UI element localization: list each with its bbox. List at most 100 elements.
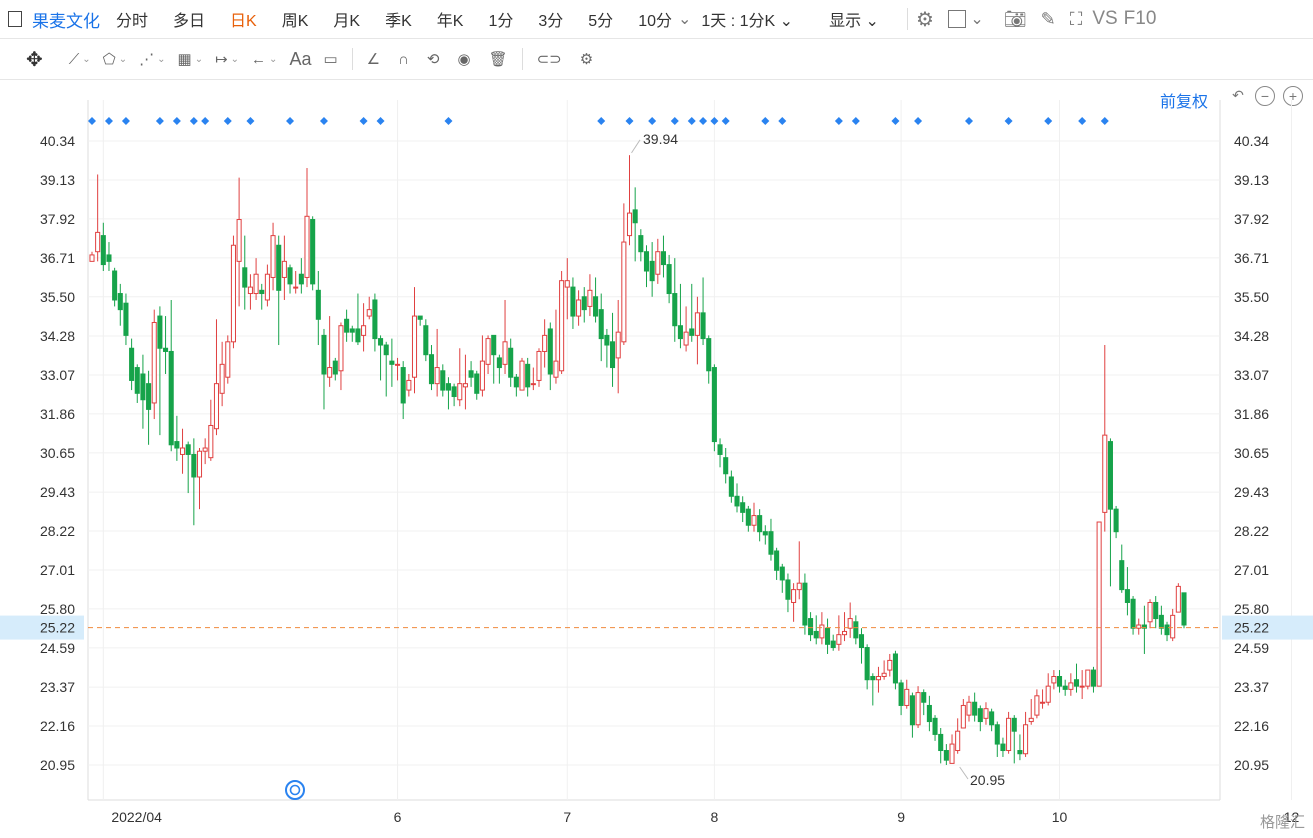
candle-body	[819, 624, 825, 639]
candle-body	[315, 289, 321, 320]
candle-body	[304, 215, 310, 278]
current-price-label-left: 25.22	[40, 620, 75, 636]
candle-body	[983, 708, 989, 719]
candle-body	[875, 676, 882, 681]
candle-body	[1181, 592, 1187, 626]
candle-body	[1051, 676, 1057, 684]
y-tick-label-right: 29.43	[1234, 484, 1269, 500]
candle-body	[242, 267, 248, 288]
event-marker	[376, 117, 385, 125]
candle-body	[485, 338, 491, 365]
event-marker	[761, 117, 770, 125]
candle-body	[626, 212, 633, 237]
candle-body	[915, 692, 921, 726]
y-tick-label-left: 31.86	[40, 406, 75, 422]
candle-body	[836, 634, 842, 645]
candle-body	[808, 618, 814, 636]
y-tick-label-right: 40.34	[1234, 133, 1269, 149]
candle-body	[1068, 682, 1074, 690]
event-marker	[121, 117, 130, 125]
event-marker	[778, 117, 787, 125]
candlestick-chart[interactable]: 40.34 40.34 39.13 39.13 37.92 37.92 36.71 36.71…	[0, 0, 1313, 838]
candle-body	[225, 341, 231, 378]
event-marker	[1044, 117, 1053, 125]
event-marker	[687, 117, 696, 125]
q-badge-ring	[285, 780, 305, 800]
candle-body	[643, 251, 650, 272]
y-tick-label-left: 33.07	[40, 367, 75, 383]
candle-body	[1011, 717, 1017, 732]
y-tick-label-left: 30.65	[40, 445, 75, 461]
candle-body	[1164, 624, 1170, 636]
event-marker	[1078, 117, 1087, 125]
y-tick-label-right: 22.16	[1234, 718, 1269, 734]
x-tick-label: 10	[1052, 809, 1068, 825]
candle-body	[1096, 521, 1102, 687]
event-marker	[648, 117, 657, 125]
candle-body	[298, 273, 304, 285]
candle-body	[570, 286, 576, 317]
high-label: 39.94	[643, 131, 678, 147]
candle-body	[955, 730, 961, 752]
candle-body	[457, 383, 463, 401]
candle-body	[604, 334, 610, 346]
candle-body	[598, 309, 604, 340]
candle-body	[400, 367, 406, 404]
candle-body	[559, 280, 565, 372]
candle-body	[1085, 669, 1091, 687]
y-tick-label-left: 24.59	[40, 640, 75, 656]
candle-body	[89, 254, 95, 262]
candle-body	[519, 360, 525, 391]
candle-body	[762, 531, 768, 536]
candle-body	[196, 450, 203, 478]
candle-body	[542, 334, 548, 352]
candle-body	[525, 363, 531, 388]
watermark-text: 格隆汇	[1259, 814, 1305, 831]
candle-body	[621, 241, 627, 343]
candle-body	[191, 453, 197, 478]
candle-body	[140, 373, 146, 401]
candle-body	[417, 315, 423, 320]
candle-body	[1028, 717, 1034, 723]
candle-body	[423, 325, 429, 356]
event-marker	[104, 117, 113, 125]
event-marker	[246, 117, 255, 125]
candle-body	[943, 750, 949, 761]
candle-body	[496, 357, 502, 369]
candle-body	[208, 424, 214, 459]
candle-body	[213, 383, 220, 430]
candle-body	[270, 235, 276, 278]
candle-body	[728, 476, 734, 497]
candle-body	[989, 711, 995, 726]
candle-body	[372, 299, 378, 340]
candle-body	[332, 360, 338, 375]
event-marker	[1100, 117, 1109, 125]
event-marker	[710, 117, 719, 125]
candle-body	[581, 296, 587, 311]
candle-body	[445, 383, 451, 391]
current-price-label-right: 25.22	[1234, 620, 1269, 636]
candle-body	[689, 328, 695, 336]
price-overlay: 25.22 25.22 39.94 20.95	[0, 131, 1313, 800]
y-tick-label-left: 35.50	[40, 289, 75, 305]
candle-body	[683, 331, 689, 346]
candle-body	[344, 318, 350, 333]
candle-body	[921, 692, 927, 703]
candle-body	[774, 550, 780, 571]
candle-body	[547, 328, 553, 375]
y-tick-label-left: 39.13	[40, 172, 75, 188]
y-tick-label-left: 20.95	[40, 757, 75, 773]
candle-body	[146, 383, 152, 410]
candle-body	[841, 630, 848, 636]
candle-body	[428, 354, 435, 385]
candle-body	[383, 344, 389, 356]
candle-body	[638, 235, 644, 253]
y-tick-label-right: 33.07	[1234, 367, 1269, 383]
candle-body	[655, 251, 661, 275]
candle-body	[1045, 685, 1051, 703]
y-tick-label-right: 27.01	[1234, 562, 1269, 578]
candle-body	[977, 708, 983, 723]
event-marker	[201, 117, 210, 125]
candle-body	[236, 219, 242, 262]
candle-body	[706, 338, 712, 372]
